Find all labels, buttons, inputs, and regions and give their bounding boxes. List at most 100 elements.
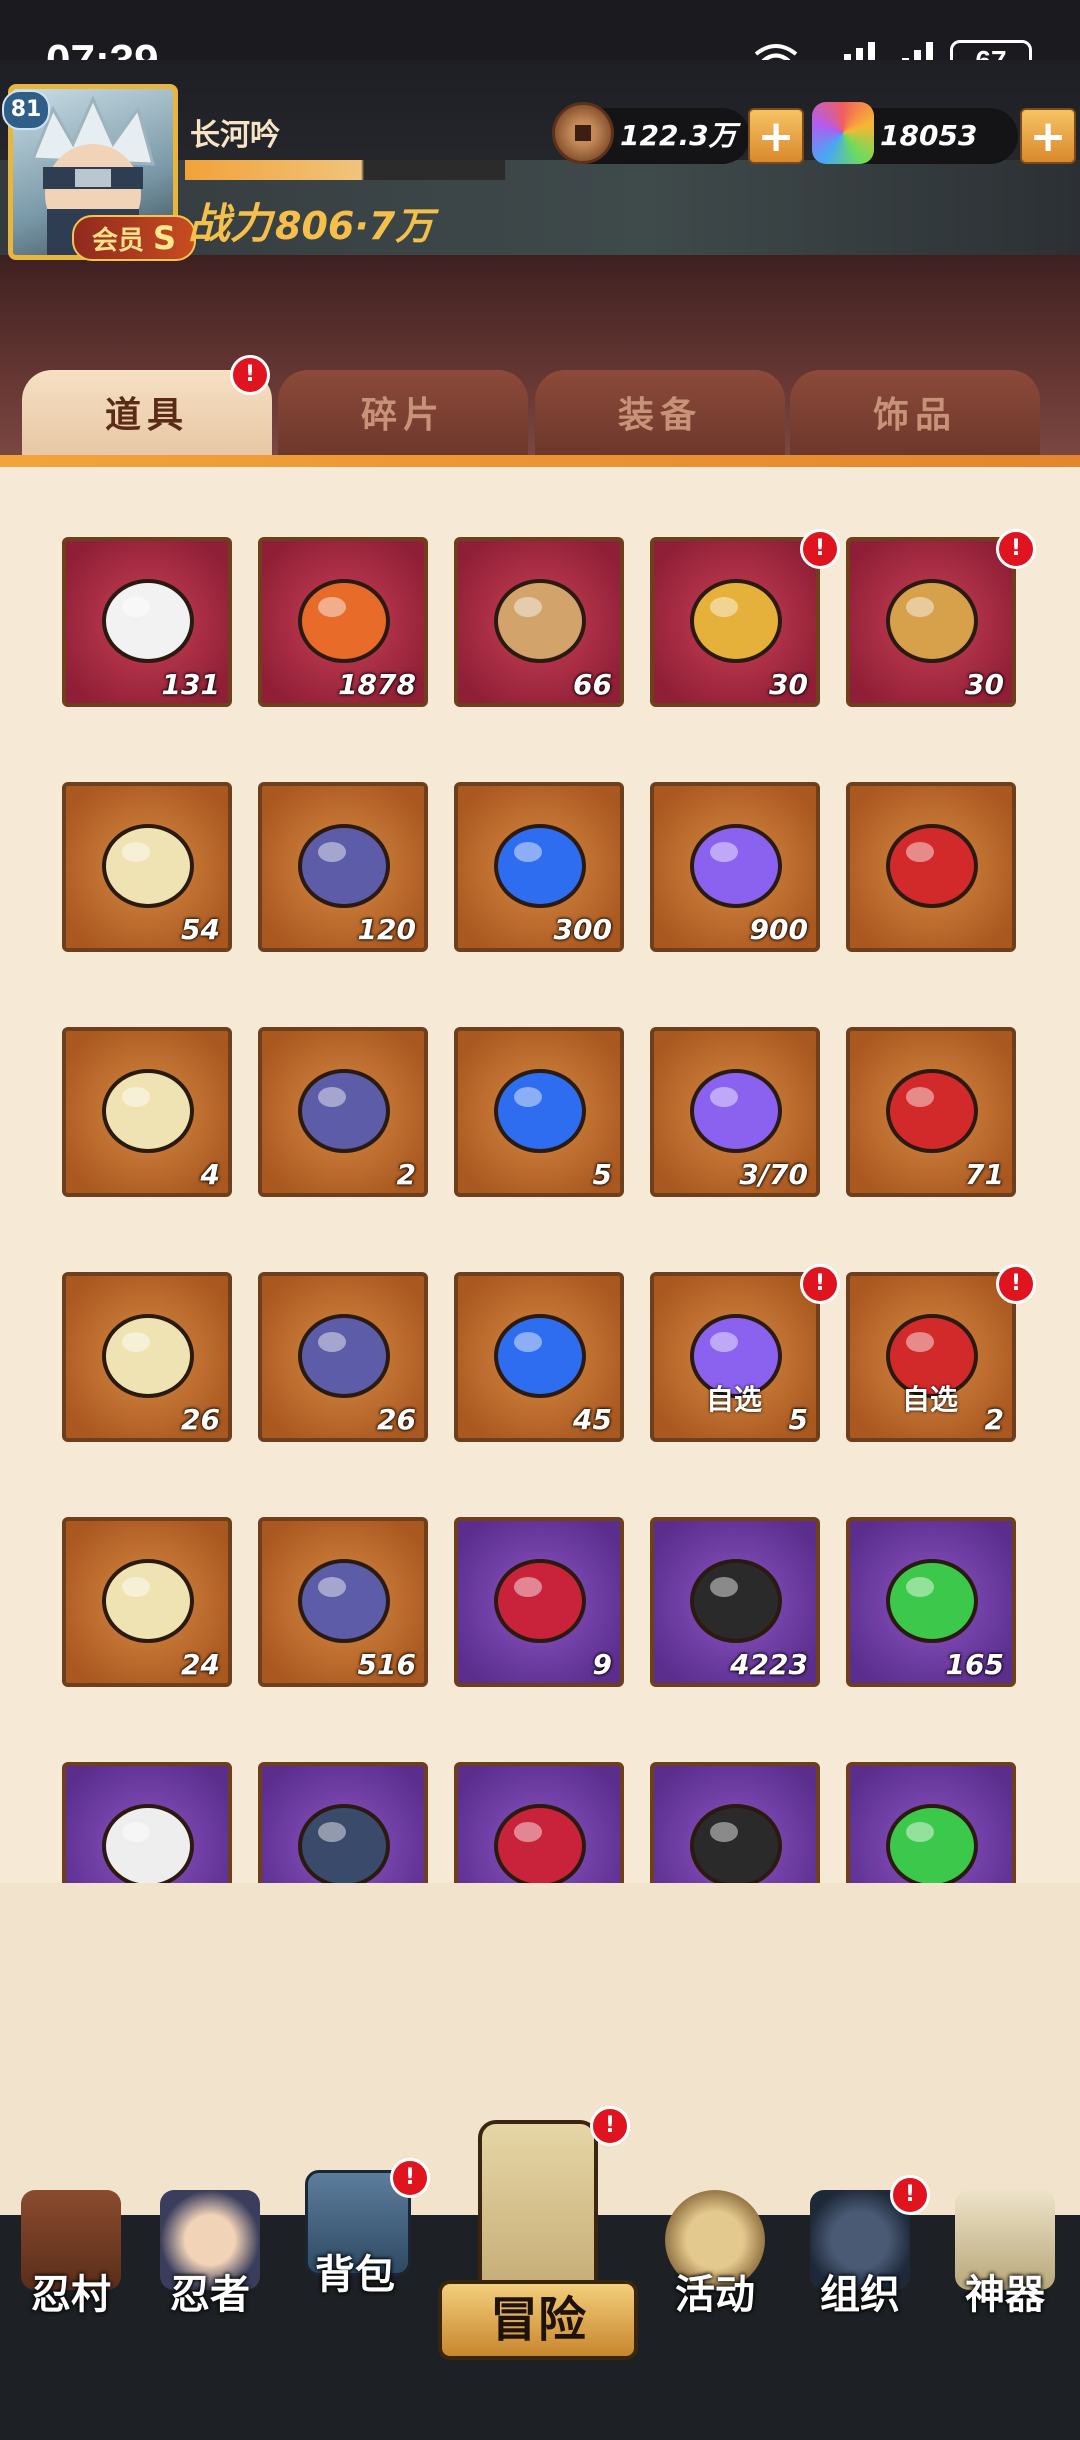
member-badge[interactable]: 会员 S [72,215,196,261]
nav-village-label: 忍村 [31,2272,111,2318]
item-slot[interactable]: 26 [62,1272,232,1442]
item-slot[interactable]: 5 [454,1027,624,1197]
item-count: 26 [377,1403,416,1436]
item-slot[interactable]: 71 [846,1027,1016,1197]
nav-ninja-label: 忍者 [170,2272,250,2318]
power-label: 战力 [188,199,273,248]
item-count: 1878 [338,668,416,701]
item-slot[interactable]: 45 [454,1272,624,1442]
item-slot[interactable]: 900 [650,782,820,952]
item-count: 120 [357,913,416,946]
member-rank: S [153,219,177,257]
tab-fragments[interactable]: 碎片 [278,370,528,462]
item-count: 30 [769,668,808,701]
ninja-scroll-icon [88,802,208,922]
nav-backpack-label: 背包 [315,2252,395,2298]
item-slot[interactable]: 300 [454,782,624,952]
item-count: 5 [788,1403,808,1436]
eye-emblem-icon [284,1047,404,1167]
point-card-icon [88,1537,208,1657]
item-count: 26 [181,1403,220,1436]
nav-artifact[interactable]: 神器 [940,2170,1070,2370]
upgrade-book-icon [676,1537,796,1657]
red-case-icon [676,1782,796,1887]
tab-underline [0,455,1080,467]
seal-banner-icon [284,802,404,922]
voucher-icon [284,1537,404,1657]
blue-moon-icon [480,1047,600,1167]
nav-adventure[interactable]: 冒险 [438,2120,638,2370]
item-count: 300 [553,913,612,946]
item-slot[interactable]: 54 [62,782,232,952]
item-slot[interactable] [454,1762,624,1887]
item-count: 2 [396,1158,416,1191]
item-slot[interactable] [846,782,1016,952]
paper-stack-icon [480,1782,600,1887]
nav-backpack-badge: ! [390,2158,430,2198]
nav-activity[interactable]: 活动 [650,2170,780,2370]
nav-adventure-label: 冒险 [438,2280,638,2360]
item-tag: 自选 [706,1383,763,1416]
item-slot[interactable]: 66 [454,537,624,707]
tab-items-badge: ! [230,355,270,395]
item-count: 4223 [730,1648,808,1681]
item-count: 24 [181,1648,220,1681]
item-slot[interactable]: 30 [846,537,1016,707]
item-slot[interactable]: 26 [258,1272,428,1442]
player-name: 长河吟 [190,118,280,153]
purple-orb-icon [676,802,796,922]
treasure-chest-icon [872,557,992,677]
item-slot[interactable]: 1878 [258,537,428,707]
yin-yang-icon [284,1782,404,1887]
exp-bar [185,160,505,180]
item-slot[interactable] [650,1762,820,1887]
tab-accessories[interactable]: 饰品 [790,370,1040,462]
power-value: 806·7万 [275,204,434,248]
item-new-badge: ! [800,1264,840,1304]
item-count: 45 [573,1403,612,1436]
item-count: 900 [749,913,808,946]
nav-adventure-badge: ! [590,2106,630,2146]
paper-talisman-icon [284,1292,404,1412]
item-slot[interactable] [62,1762,232,1887]
item-slot[interactable]: 4 [62,1027,232,1197]
item-slot[interactable]: 4223 [650,1517,820,1687]
item-slot[interactable]: 自选 5 [650,1272,820,1442]
level-badge: 81 [2,90,50,130]
item-count: 71 [965,1158,1004,1191]
tab-equipment[interactable]: 装备 [535,370,785,462]
item-slot[interactable]: 9 [454,1517,624,1687]
purple-crystal-icon [676,1047,796,1167]
item-slot[interactable]: 165 [846,1517,1016,1687]
item-slot[interactable]: 自选 2 [846,1272,1016,1442]
item-count: 5 [592,1158,612,1191]
add-gem-button[interactable]: + [1020,108,1076,164]
item-slot[interactable] [846,1762,1016,1887]
item-slot[interactable]: 3/70 [650,1027,820,1197]
copper-coin-icon [552,102,614,164]
nav-organization-label: 组织 [820,2272,900,2318]
rainbow-gem-icon [812,102,874,164]
item-slot[interactable]: 2 [258,1027,428,1197]
red-emblem-icon [872,802,992,922]
item-slot[interactable]: 120 [258,782,428,952]
item-slot[interactable] [258,1762,428,1887]
item-slot[interactable]: 516 [258,1517,428,1687]
flame-feather-icon [284,557,404,677]
black-ore-icon [88,1782,208,1887]
item-slot[interactable]: 24 [62,1517,232,1687]
item-slot[interactable]: 131 [62,537,232,707]
nav-ninja[interactable]: 忍者 [145,2170,275,2370]
copper-value: 122.3万 [620,119,737,152]
wooden-stick-icon [480,557,600,677]
nav-village[interactable]: 忍村 [6,2170,136,2370]
member-label: 会员 [91,226,144,256]
item-tag: 自选 [902,1383,959,1416]
gift-box-icon [676,557,796,677]
item-count: 30 [965,668,1004,701]
amber-gem-icon [480,1292,600,1412]
item-grid: 131 1878 66 30 30 54 120 300 900 4 2 5 3/70 71 26 26 45 自… [62,537,1022,1887]
item-slot[interactable]: 30 [650,537,820,707]
add-copper-button[interactable]: + [748,108,804,164]
target-emblem-icon [88,1047,208,1167]
